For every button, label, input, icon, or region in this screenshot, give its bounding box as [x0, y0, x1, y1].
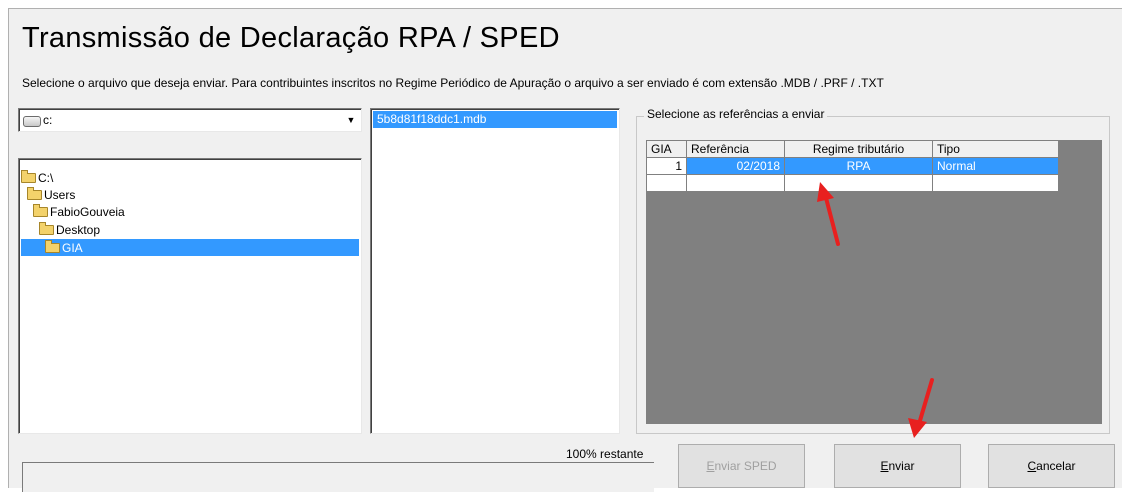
drive-select-value: c:	[43, 113, 53, 127]
column-header-tipo[interactable]: Tipo	[932, 140, 1059, 158]
folder-item-label: Users	[44, 187, 76, 202]
cancelar-label: Cancelar	[1027, 459, 1076, 473]
file-item[interactable]: 5b8d81f18ddc1.mdb	[373, 111, 617, 128]
cell-regime[interactable]: RPA	[784, 157, 933, 175]
column-header-regime[interactable]: Regime tributário	[784, 140, 933, 158]
folder-item-desktop[interactable]: Desktop	[39, 221, 359, 238]
cell-empty[interactable]	[932, 174, 1059, 192]
folder-item-fabiogouveia[interactable]: FabioGouveia	[33, 203, 359, 220]
enviar-sped-label: Enviar SPED	[706, 459, 777, 473]
folder-item-label: FabioGouveia	[50, 204, 125, 219]
folder-icon	[21, 169, 36, 183]
references-grid[interactable]: GIA Referência Regime tributário Tipo 1 …	[646, 140, 1059, 192]
folder-item-label: GIA	[62, 240, 83, 255]
enviar-button[interactable]: Enviar	[834, 444, 961, 488]
cell-empty[interactable]	[784, 174, 933, 192]
folder-icon	[39, 221, 54, 235]
folder-icon	[27, 186, 42, 200]
progress-status: 100% restante	[566, 447, 644, 461]
table-row[interactable]: 1 02/2018 RPA Normal	[646, 157, 1059, 175]
cell-gia[interactable]: 1	[646, 157, 687, 175]
folder-icon	[33, 203, 48, 217]
cancelar-button[interactable]: Cancelar	[988, 444, 1115, 488]
table-row-empty[interactable]	[646, 174, 1059, 192]
folder-open-icon	[45, 239, 60, 253]
cell-referencia[interactable]: 02/2018	[686, 157, 785, 175]
folder-item-c-root[interactable]: C:\	[21, 169, 359, 186]
folder-item-label: C:\	[38, 170, 54, 185]
folder-item-users[interactable]: Users	[27, 186, 359, 203]
drive-select[interactable]: c: ▼	[18, 108, 362, 132]
drive-icon	[23, 116, 41, 127]
cell-empty[interactable]	[686, 174, 785, 192]
chevron-down-icon[interactable]: ▼	[343, 111, 359, 129]
enviar-label: Enviar	[880, 459, 915, 473]
references-group-label: Selecione as referências a enviar	[644, 107, 828, 121]
page-title: Transmissão de Declaração RPA / SPED	[22, 22, 560, 54]
enviar-sped-button[interactable]: Enviar SPED	[678, 444, 805, 488]
cell-empty[interactable]	[646, 174, 687, 192]
folder-item-label: Desktop	[56, 222, 101, 237]
column-header-gia[interactable]: GIA	[646, 140, 687, 158]
folder-list[interactable]: C:\ Users FabioGouveia Desktop GIA	[18, 158, 362, 434]
page-subtitle: Selecione o arquivo que deseja enviar. P…	[22, 76, 884, 90]
cell-tipo[interactable]: Normal	[932, 157, 1059, 175]
folder-item-gia[interactable]: GIA	[21, 239, 359, 256]
column-header-referencia[interactable]: Referência	[686, 140, 785, 158]
grid-header-row: GIA Referência Regime tributário Tipo	[646, 140, 1059, 158]
file-list[interactable]: 5b8d81f18ddc1.mdb	[370, 108, 620, 434]
